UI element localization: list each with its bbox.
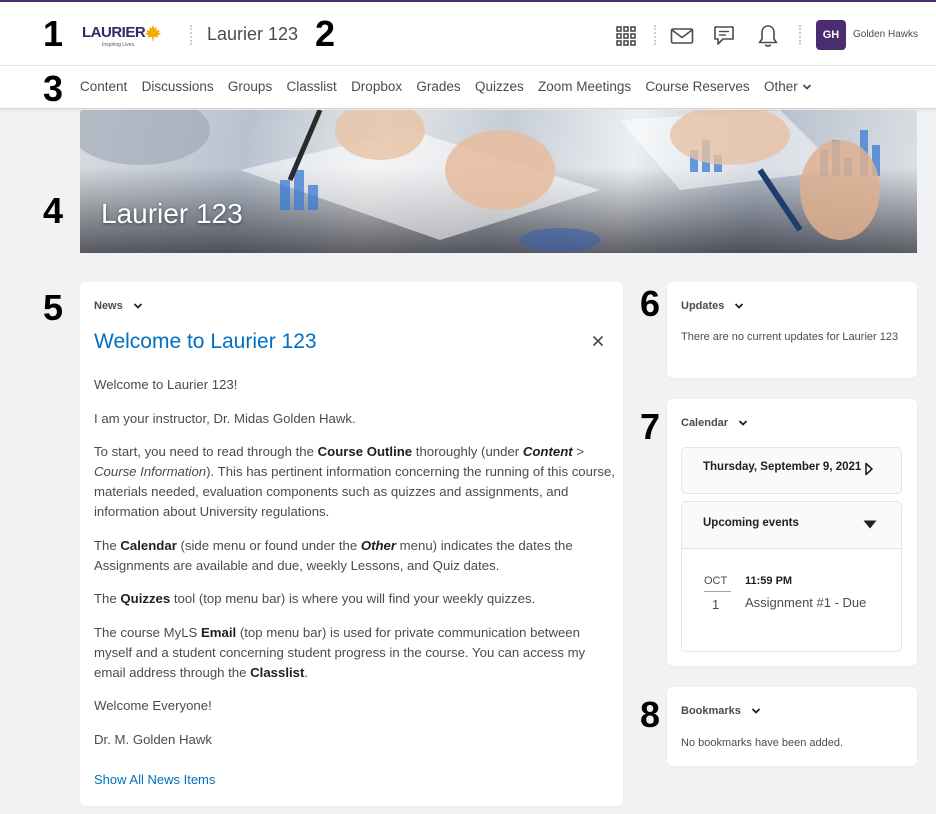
banner-image <box>80 110 880 252</box>
news-heading[interactable]: News <box>94 300 143 312</box>
logo-text: LAURIER <box>82 24 146 41</box>
news-paragraph: The course MyLS Email (top menu bar) is … <box>94 624 586 680</box>
updates-message: There are no current updates for Laurier… <box>681 331 899 343</box>
news-item-title[interactable]: Welcome to Laurier 123 <box>94 330 317 354</box>
email-icon[interactable] <box>670 24 694 48</box>
calendar-widget: Calendar Thursday, September 9, 2021 Upc… <box>667 399 917 666</box>
upcoming-events-panel: Upcoming events OCT 1 11:59 PM Assignmen… <box>681 501 902 652</box>
avatar[interactable]: GH <box>816 20 846 50</box>
callout-2: 2 <box>315 13 336 54</box>
chevron-down-icon <box>133 303 142 309</box>
news-paragraph: I am your instructor, Dr. Midas Golden H… <box>94 410 356 426</box>
nav-item-other-label: Other <box>763 79 798 94</box>
callout-7: 7 <box>640 406 661 447</box>
course-banner: Laurier 123 <box>80 110 917 253</box>
event-time: 11:59 PM <box>745 575 793 587</box>
banner-title: Laurier 123 <box>101 198 243 229</box>
callout-3: 3 <box>43 68 64 109</box>
chevron-right-icon[interactable] <box>864 462 874 476</box>
bell-icon[interactable] <box>756 24 780 48</box>
nav-item-other[interactable]: Other <box>764 79 812 94</box>
nav-item-content[interactable]: Content <box>80 79 127 94</box>
show-all-news-link[interactable]: Show All News Items <box>94 772 215 787</box>
chevron-down-icon <box>751 708 761 714</box>
bookmarks-heading-label: Bookmarks <box>681 705 741 717</box>
caret-down-icon <box>863 520 877 529</box>
divider <box>190 25 192 45</box>
divider <box>799 25 801 45</box>
callout-4: 4 <box>43 190 64 231</box>
news-paragraph: To start, you need to read through the C… <box>94 444 615 519</box>
news-body: Welcome to Laurier 123! I am your instru… <box>94 375 616 763</box>
bookmarks-heading[interactable]: Bookmarks <box>681 705 761 717</box>
calendar-heading[interactable]: Calendar <box>681 417 748 429</box>
username[interactable]: Golden Hawks <box>853 29 918 40</box>
nav-menu: Content Discussions Groups Classlist Dro… <box>80 79 826 94</box>
upcoming-events-header[interactable]: Upcoming events <box>682 502 901 549</box>
news-heading-label: News <box>94 300 123 312</box>
callout-1: 1 <box>43 13 64 54</box>
news-paragraph: The Quizzes tool (top menu bar) is where… <box>94 591 536 606</box>
nav-item-quizzes[interactable]: Quizzes <box>475 79 524 94</box>
chat-icon[interactable] <box>712 24 736 48</box>
nav-item-zoom-meetings[interactable]: Zoom Meetings <box>538 79 631 94</box>
nav-item-discussions[interactable]: Discussions <box>142 79 214 94</box>
nav-item-course-reserves[interactable]: Course Reserves <box>645 79 749 94</box>
updates-widget: Updates There are no current updates for… <box>667 282 917 378</box>
maple-leaf-icon <box>144 24 162 42</box>
news-signature: Dr. M. Golden Hawk <box>94 731 212 747</box>
bookmarks-widget: Bookmarks No bookmarks have been added. <box>667 687 917 766</box>
chevron-down-icon <box>802 84 811 91</box>
news-paragraph: Welcome Everyone! <box>94 698 212 713</box>
updates-heading[interactable]: Updates <box>681 300 744 312</box>
calendar-date-selector[interactable]: Thursday, September 9, 2021 <box>681 447 902 494</box>
updates-heading-label: Updates <box>681 300 725 312</box>
event-day: 1 <box>712 597 720 612</box>
event-title[interactable]: Assignment #1 - Due <box>745 595 866 610</box>
nav-item-grades[interactable]: Grades <box>416 79 460 94</box>
close-icon[interactable] <box>592 335 604 347</box>
news-widget: News Welcome to Laurier 123 Welcome to L… <box>80 282 623 806</box>
bookmarks-message: No bookmarks have been added. <box>681 737 844 749</box>
chevron-down-icon <box>735 303 744 309</box>
laurier-logo[interactable]: LAURIER Inspiring Lives. <box>82 24 164 50</box>
news-paragraph: The Calendar (side menu or found under t… <box>94 537 573 573</box>
calendar-date: Thursday, September 9, 2021 <box>703 461 862 473</box>
upcoming-events-title: Upcoming events <box>703 517 799 529</box>
nav-item-classlist[interactable]: Classlist <box>287 79 337 94</box>
chevron-down-icon <box>738 420 748 426</box>
top-header: LAURIER Inspiring Lives. Laurier 123 GH … <box>0 0 936 66</box>
divider <box>654 25 656 45</box>
course-title[interactable]: Laurier 123 <box>207 24 298 45</box>
apps-grid-icon[interactable] <box>614 24 638 48</box>
divider <box>704 591 731 592</box>
event-month: OCT <box>704 575 728 587</box>
callout-8: 8 <box>640 694 661 735</box>
nav-item-groups[interactable]: Groups <box>228 79 272 94</box>
nav-item-dropbox[interactable]: Dropbox <box>351 79 402 94</box>
course-navbar: Content Discussions Groups Classlist Dro… <box>0 66 936 109</box>
callout-5: 5 <box>43 287 64 328</box>
logo-tagline: Inspiring Lives. <box>102 42 136 48</box>
calendar-heading-label: Calendar <box>681 417 729 429</box>
news-paragraph: Welcome to Laurier 123! <box>94 377 238 392</box>
callout-6: 6 <box>640 283 661 324</box>
